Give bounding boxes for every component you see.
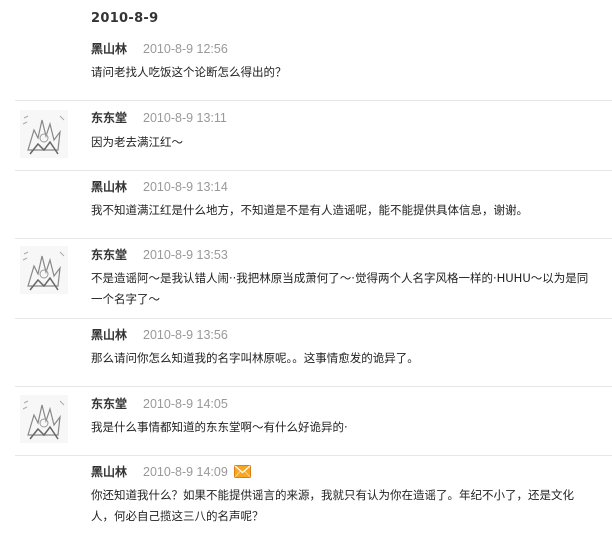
- divider: [15, 238, 612, 239]
- comment-meta: 黑山林 2010-8-9 13:14: [91, 179, 228, 195]
- user-avatar[interactable]: [20, 395, 68, 443]
- comment-text: 不是造谣阿～是我认错人闹··我把林原当成萧何了～·觉得两个人名字风格一样的·HU…: [91, 268, 611, 310]
- comment-author[interactable]: 东东堂: [91, 397, 127, 411]
- divider: [15, 318, 612, 319]
- comment-meta: 黑山林 2010-8-9 14:09: [91, 464, 251, 480]
- comment-meta: 东东堂 2010-8-9 14:05: [91, 396, 228, 412]
- comment-text-line: 你还知道我什么？如果不能提供谣言的来源，我就只有认为你在造谣了。年纪不小了，还是…: [91, 488, 574, 502]
- comment-time: 2010-8-9 14:05: [143, 397, 228, 411]
- avatar-image: [20, 110, 68, 158]
- comment-time: 2010-8-9 13:14: [143, 180, 228, 194]
- comment-time: 2010-8-9 13:53: [143, 248, 228, 262]
- avatar-image: [20, 395, 68, 443]
- comment-text-line: 不是造谣阿～是我认错人闹··我把林原当成萧何了～·觉得两个人名字风格一样的·HU…: [91, 271, 589, 285]
- mail-icon[interactable]: [233, 465, 251, 482]
- comment-meta: 东东堂 2010-8-9 13:11: [91, 110, 227, 126]
- comment-author[interactable]: 黑山林: [91, 42, 127, 56]
- comment-text-line: 一个名字了～: [91, 292, 160, 306]
- comment-text: 你还知道我什么？如果不能提供谣言的来源，我就只有认为你在造谣了。年纪不小了，还是…: [91, 485, 611, 527]
- user-avatar[interactable]: [20, 246, 68, 294]
- comment-meta: 黑山林 2010-8-9 12:56: [91, 41, 228, 57]
- comment-text: 因为老去满江红～: [91, 135, 183, 149]
- comment-time: 2010-8-9 13:56: [143, 328, 228, 342]
- comment-author[interactable]: 黑山林: [91, 180, 127, 194]
- comment-meta: 黑山林 2010-8-9 13:56: [91, 327, 228, 343]
- comment-text-line: 人，何必自己揽这三八的名声呢？: [91, 509, 264, 523]
- divider: [15, 170, 612, 171]
- divider: [15, 100, 612, 101]
- comment-text: 那么请问你怎么知道我的名字叫林原呢。。这事情愈发的诡异了。: [91, 351, 419, 365]
- comment-text: 请问老找人吃饭这个论断怎么得出的？: [91, 65, 287, 79]
- divider: [15, 386, 612, 387]
- avatar-image: [20, 246, 68, 294]
- comment-text: 我不知道满江红是什么地方，不知道是不是有人造谣呢，能不能提供具体信息，谢谢。: [91, 203, 528, 217]
- comment-time: 2010-8-9 12:56: [143, 42, 228, 56]
- comment-meta: 东东堂 2010-8-9 13:53: [91, 247, 228, 263]
- comment-time: 2010-8-9 13:11: [143, 111, 227, 125]
- comment-time: 2010-8-9 14:09: [143, 465, 228, 479]
- divider: [15, 455, 612, 456]
- comment-text: 我是什么事情都知道的东东堂啊～有什么好诡异的·: [91, 420, 348, 434]
- comment-author[interactable]: 东东堂: [91, 248, 127, 262]
- comment-author[interactable]: 东东堂: [91, 111, 127, 125]
- comment-author[interactable]: 黑山林: [91, 328, 127, 342]
- date-header: 2010-8-9: [91, 11, 159, 26]
- comment-author[interactable]: 黑山林: [91, 465, 127, 479]
- user-avatar[interactable]: [20, 110, 68, 158]
